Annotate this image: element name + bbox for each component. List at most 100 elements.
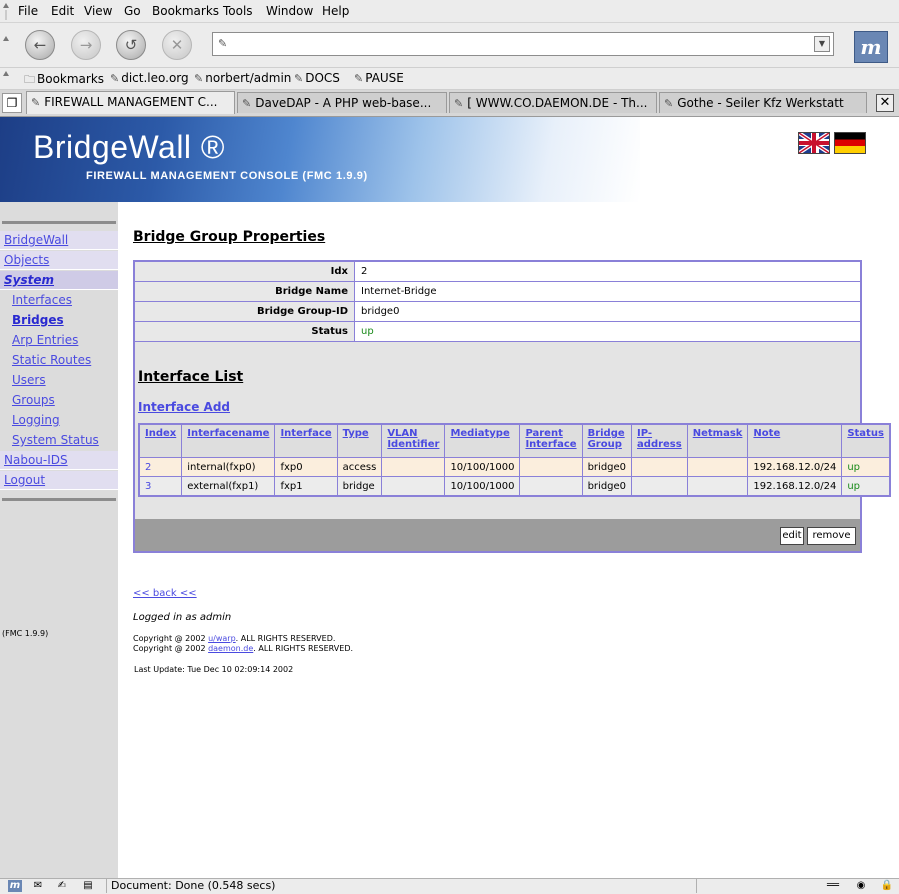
sidebar-item-system-status[interactable]: System Status [0,431,118,450]
copyright-link[interactable]: u/warp [208,634,236,643]
properties-table: Idx 2 Bridge Name Internet-Bridge Bridge G… [135,262,860,342]
close-tab-button[interactable]: ✕ [876,94,894,112]
menu-file[interactable]: File [18,4,38,18]
bookmark-docs[interactable]: ✎ DOCS [294,71,340,85]
edit-button[interactable]: edit [780,527,804,545]
tab-co-daemon[interactable]: ✎[ WWW.CO.DAEMON.DE - Th... [449,92,657,113]
table-cell: bridge0 [581,476,633,497]
interface-table: Index Interfacename Interface Type VLAN … [138,423,891,497]
url-bar[interactable]: ✎ ▼ [212,32,834,56]
new-tab-icon: ❐ [6,96,18,110]
sidebar-item-interfaces[interactable]: Interfaces [0,291,118,310]
sidebar-item-logging[interactable]: Logging [0,411,118,430]
table-cell [381,457,446,477]
table-cell [686,457,749,477]
bookmarks-toolbar: 🗀 Bookmarks ✎ dict.leo.org ✎ norbert/admin … [0,68,899,90]
bookmark-label: PAUSE [365,71,404,85]
table-cell [519,457,583,477]
back-arrow-icon: ← [33,36,47,54]
table-cell: fxp1 [274,476,338,497]
column-header-interfacename[interactable]: Interfacename [181,423,276,458]
back-link[interactable]: << back << [133,588,197,599]
mail-icon[interactable]: ✉ [31,880,45,892]
menu-go[interactable]: Go [124,4,141,18]
tab-gothe[interactable]: ✎ Gothe - Seiler Kfz Werkstatt [659,92,867,113]
property-value: 2 [354,262,860,282]
table-row: 2 internal(fxp0) fxp0 access 10/100/1000… [138,457,891,477]
english-flag-icon[interactable] [798,132,830,154]
url-dropdown-icon[interactable]: ▼ [814,36,830,52]
table-cell: 10/100/1000 [444,476,521,497]
bookmarks-menu[interactable]: 🗀 Bookmarks [24,71,104,90]
menu-window[interactable]: Window [266,4,313,18]
sidebar-item-nabou-ids[interactable]: Nabou-IDS [0,451,118,470]
address-book-icon[interactable]: ▤ [81,880,95,892]
tab-label: [ WWW.CO.DAEMON.DE - Th... [467,96,648,110]
sidebar-item-bridges[interactable]: Bridges [0,311,118,330]
menu-tools[interactable]: Tools [223,4,253,18]
bookmark-norbert-admin[interactable]: ✎ norbert/admin [194,71,291,85]
column-header-note[interactable]: Note [747,423,843,458]
reload-button[interactable]: ↺ [116,30,146,60]
sidebar-item-bridgewall[interactable]: BridgeWall [0,231,118,250]
url-input[interactable] [235,36,799,51]
bookmark-pause[interactable]: ✎ PAUSE [354,71,404,85]
table-cell [381,476,446,497]
main-content: Bridge Group Properties Idx 2 Bridge Name… [118,202,899,878]
sidebar-item-arp-entries[interactable]: Arp Entries [0,331,118,350]
german-flag-icon[interactable] [834,132,866,154]
composer-icon[interactable]: ✍ [55,880,69,892]
column-header-interface[interactable]: Interface [274,423,338,458]
navigator-icon[interactable]: m [8,880,22,892]
column-header-vlan-identifier[interactable]: VLAN Identifier [381,423,446,458]
privacy-icon[interactable]: ◉ [852,880,870,892]
interface-add-link[interactable]: Interface Add [138,400,230,414]
sidebar-item-objects[interactable]: Objects [0,251,118,270]
back-button[interactable]: ← [25,30,55,60]
table-cell: access [336,457,383,477]
table-cell[interactable]: 3 [138,476,183,497]
index-link[interactable]: 3 [145,481,151,492]
status-cell: up [841,476,891,497]
forward-button[interactable]: → [71,30,101,60]
property-key: Bridge Group-ID [135,301,355,322]
remove-button[interactable]: remove [807,527,856,545]
menu-bookmarks[interactable]: Bookmarks [152,4,219,18]
index-link[interactable]: 2 [145,462,151,473]
online-status-icon[interactable]: ══ [822,880,844,892]
column-header-parent-interface[interactable]: Parent Interface [519,423,583,458]
column-header-ip-address[interactable]: IP-address [631,423,688,458]
stop-button[interactable]: ✕ [162,30,192,60]
sidebar-item-system[interactable]: System [0,271,118,290]
tab-davedap[interactable]: ✎ DaveDAP - A PHP web-base... [237,92,447,113]
toolbar-grip-icon[interactable] [2,35,10,56]
status-value: up [354,321,860,342]
toolbar-grip-icon[interactable] [2,2,10,20]
column-header-type[interactable]: Type [336,423,383,458]
bookmark-dict-leo[interactable]: ✎ dict.leo.org [110,71,189,85]
new-tab-button[interactable]: ❐ [2,93,22,113]
column-header-netmask[interactable]: Netmask [686,423,749,458]
sidebar-item-static-routes[interactable]: Static Routes [0,351,118,370]
menu-help[interactable]: Help [322,4,349,18]
toolbar-grip-icon[interactable] [2,70,10,89]
column-header-mediatype[interactable]: Mediatype [444,423,521,458]
table-cell[interactable]: 2 [138,457,183,477]
sidebar-item-groups[interactable]: Groups [0,391,118,410]
menu-view[interactable]: View [84,4,112,18]
sidebar: BridgeWall Objects System Interfaces Bri… [0,202,118,878]
property-value: Internet-Bridge [354,281,860,302]
copyright-link[interactable]: daemon.de [208,644,253,653]
column-header-bridge-group[interactable]: Bridge Group [581,423,633,458]
security-lock-icon[interactable]: 🔒 [880,880,894,892]
bookmark-icon: ✎ [110,72,120,85]
forward-arrow-icon: → [79,36,93,54]
tab-firewall-management[interactable]: ✎ FIREWALL MANAGEMENT C... [26,91,235,114]
sidebar-item-users[interactable]: Users [0,371,118,390]
sidebar-item-logout[interactable]: Logout [0,471,118,490]
property-row: Bridge Name Internet-Bridge [135,281,860,302]
column-header-status[interactable]: Status [841,423,891,458]
column-header-index[interactable]: Index [138,423,183,458]
mozilla-logo-icon[interactable]: m [854,31,888,63]
menu-edit[interactable]: Edit [51,4,74,18]
